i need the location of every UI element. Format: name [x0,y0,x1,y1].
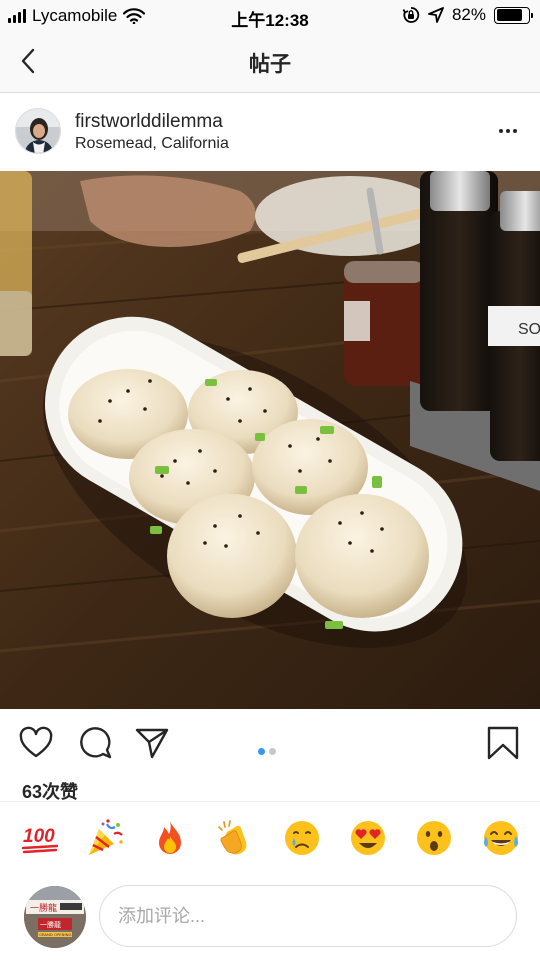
status-right: 82% [402,5,533,25]
post-location[interactable]: Rosemead, California [75,135,229,153]
party-popper-emoji[interactable] [85,818,125,858]
more-options-button[interactable] [496,121,520,141]
avatar-sign-text: 一勝龍 [30,902,57,914]
clapping-hands-emoji[interactable] [215,818,255,858]
hundred-points-text: 100 [23,826,55,847]
food-photo: SO [0,171,540,709]
post-photo[interactable]: SO [0,171,540,709]
surprised-face-emoji[interactable] [414,818,454,858]
avatar-image [16,109,60,153]
current-user-avatar[interactable]: 一勝龍 一勝龍 GRAND OPENING [24,886,86,948]
share-icon[interactable] [134,725,170,761]
emoji-reaction-bar: 100 [0,818,540,862]
post-actions [0,709,540,779]
carousel-indicator [258,748,276,755]
tears-of-joy-emoji[interactable] [481,818,521,858]
status-bar: Lycamobile 上午12:38 82% [0,0,540,32]
divider [0,801,540,802]
fire-emoji[interactable] [150,818,190,858]
bookmark-icon[interactable] [485,725,521,761]
comment-input[interactable] [99,885,517,947]
avatar-image: 一勝龍 一勝龍 GRAND OPENING [24,886,86,948]
user-avatar[interactable] [15,108,61,154]
bottle-label: SO [518,321,540,338]
carousel-dot [269,748,276,755]
carousel-dot-active [258,748,265,755]
battery-fill [496,9,522,21]
battery-percent: 82% [451,5,486,24]
orientation-lock-icon [402,7,420,23]
post-username[interactable]: firstworlddilemma [75,111,223,133]
more-dots-icon [499,129,503,133]
heart-icon[interactable] [18,725,54,761]
page-title: 帖子 [249,53,291,76]
post-header: firstworlddilemma Rosemead, California [0,93,540,171]
battery-icon [494,6,533,24]
location-arrow-icon [428,7,444,23]
hundred-points-emoji[interactable]: 100 [20,818,60,858]
navigation-bar: 帖子 [0,32,540,93]
avatar-banner-text: GRAND OPENING [39,932,71,937]
svg-text:一勝龍: 一勝龍 [40,920,61,929]
comment-icon[interactable] [77,725,113,761]
crying-face-emoji[interactable] [282,818,322,858]
heart-eyes-emoji[interactable] [348,818,388,858]
